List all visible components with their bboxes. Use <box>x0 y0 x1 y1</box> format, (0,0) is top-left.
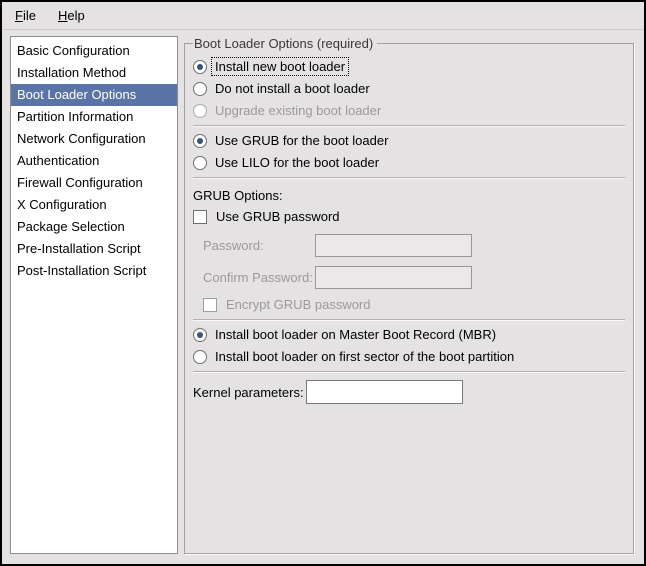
radio-button-icon <box>193 60 207 74</box>
checkbox-use-grub-password[interactable]: Use GRUB password <box>193 208 625 225</box>
checkbox-icon <box>193 210 207 224</box>
sidebar-item-package-selection[interactable]: Package Selection <box>11 216 177 238</box>
radio-install-new-boot-loader[interactable]: Install new boot loader <box>193 58 625 75</box>
radio-use-grub[interactable]: Use GRUB for the boot loader <box>193 132 625 149</box>
checkbox-label: Encrypt GRUB password <box>223 296 374 313</box>
kernel-parameters-input[interactable] <box>306 380 463 404</box>
separator <box>193 319 625 321</box>
boot-loader-options-frame: Boot Loader Options (required) Install n… <box>184 36 634 554</box>
password-input <box>315 234 472 257</box>
section-list: Basic Configuration Installation Method … <box>10 36 178 554</box>
password-field-row: Password: <box>203 233 625 257</box>
sidebar-item-network-configuration[interactable]: Network Configuration <box>11 128 177 150</box>
radio-upgrade-existing-boot-loader: Upgrade existing boot loader <box>193 102 625 119</box>
sidebar-item-basic-configuration[interactable]: Basic Configuration <box>11 40 177 62</box>
radio-label: Upgrade existing boot loader <box>212 102 384 119</box>
radio-use-lilo[interactable]: Use LILO for the boot loader <box>193 154 625 171</box>
separator <box>193 125 625 127</box>
sidebar-item-authentication[interactable]: Authentication <box>11 150 177 172</box>
radio-label: Do not install a boot loader <box>212 80 373 97</box>
radio-label: Install new boot loader <box>212 58 348 75</box>
radio-label: Install boot loader on first sector of t… <box>212 348 517 365</box>
sidebar-item-post-installation-script[interactable]: Post-Installation Script <box>11 260 177 282</box>
sidebar-item-pre-installation-script[interactable]: Pre-Installation Script <box>11 238 177 260</box>
radio-button-icon <box>193 82 207 96</box>
radio-button-icon <box>193 156 207 170</box>
menu-file[interactable]: File <box>4 4 47 27</box>
menubar: File Help <box>2 2 644 30</box>
grub-options-heading: GRUB Options: <box>193 188 625 203</box>
radio-install-on-first-sector[interactable]: Install boot loader on first sector of t… <box>193 348 625 365</box>
radio-label: Use GRUB for the boot loader <box>212 132 391 149</box>
sidebar-item-x-configuration[interactable]: X Configuration <box>11 194 177 216</box>
radio-do-not-install-boot-loader[interactable]: Do not install a boot loader <box>193 80 625 97</box>
frame-title: Boot Loader Options (required) <box>193 36 377 51</box>
sidebar-item-partition-information[interactable]: Partition Information <box>11 106 177 128</box>
kickstart-configurator-window: File Help Basic Configuration Installati… <box>0 0 646 566</box>
radio-button-icon <box>193 350 207 364</box>
confirm-password-field-row: Confirm Password: <box>203 265 625 289</box>
radio-label: Use LILO for the boot loader <box>212 154 382 171</box>
radio-button-icon <box>193 134 207 148</box>
checkbox-label: Use GRUB password <box>213 208 343 225</box>
confirm-password-input <box>315 266 472 289</box>
password-label: Password: <box>203 238 315 253</box>
checkbox-icon <box>203 298 217 312</box>
kernel-parameters-label: Kernel parameters: <box>193 385 306 400</box>
confirm-password-label: Confirm Password: <box>203 270 315 285</box>
sidebar-item-firewall-configuration[interactable]: Firewall Configuration <box>11 172 177 194</box>
sidebar-item-installation-method[interactable]: Installation Method <box>11 62 177 84</box>
radio-install-on-mbr[interactable]: Install boot loader on Master Boot Recor… <box>193 326 625 343</box>
separator <box>193 177 625 179</box>
kernel-parameters-row: Kernel parameters: <box>193 380 625 404</box>
radio-button-icon <box>193 104 207 118</box>
sidebar-item-boot-loader-options[interactable]: Boot Loader Options <box>11 84 177 106</box>
radio-label: Install boot loader on Master Boot Recor… <box>212 326 499 343</box>
menu-help[interactable]: Help <box>47 4 96 27</box>
main-content: Basic Configuration Installation Method … <box>2 30 644 564</box>
checkbox-encrypt-grub-password: Encrypt GRUB password <box>203 296 625 313</box>
separator <box>193 371 625 373</box>
radio-button-icon <box>193 328 207 342</box>
